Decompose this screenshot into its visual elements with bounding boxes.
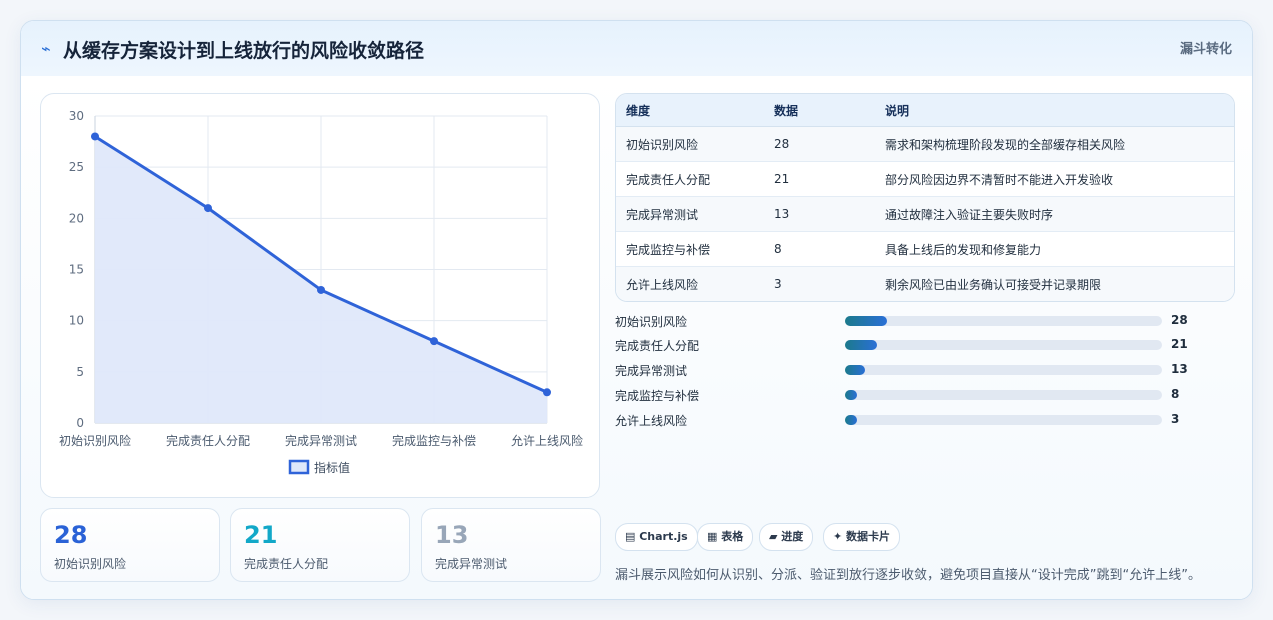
y-tick-label: 10 (69, 314, 84, 328)
table-cell: 3 (764, 266, 875, 301)
progress-row: 完成监控与补偿 8 (615, 385, 1215, 405)
kpi-value: 13 (435, 521, 469, 549)
table-cell: 需求和架构梳理阶段发现的全部缓存相关风险 (875, 126, 1234, 162)
progress-track (845, 365, 1162, 375)
progress-fill (845, 316, 888, 326)
data-point (543, 388, 551, 397)
progress-row: 完成责任人分配 21 (615, 335, 1215, 355)
table-cell: 28 (764, 126, 875, 162)
progress-label: 允许上线风险 (615, 414, 688, 428)
table-cell: 13 (764, 196, 875, 232)
data-point (430, 337, 438, 346)
kpi-value: 28 (54, 521, 88, 549)
progress-track (845, 316, 1162, 326)
table-cell: 部分风险因边界不清暂时不能进入开发验收 (875, 161, 1234, 197)
progress-value: 28 (1171, 313, 1188, 327)
progress-fill (845, 365, 865, 375)
kpi-card-0: 28 初始识别风险 (40, 508, 220, 582)
x-tick-label: 完成监控与补偿 (392, 433, 476, 448)
chip-data-card[interactable]: ✦ 数据卡片 (823, 523, 901, 551)
data-point (91, 132, 99, 141)
data-point (204, 204, 212, 213)
table-row: 完成监控与补偿 8 具备上线后的发现和修复能力 (616, 231, 1234, 267)
table-header-dimension: 维度 (616, 94, 764, 127)
table-cell: 具备上线后的发现和修复能力 (875, 231, 1234, 267)
kpi-card-2: 13 完成异常测试 (421, 508, 601, 582)
y-tick-label: 15 (69, 263, 84, 277)
kpi-value: 21 (244, 521, 278, 549)
lightning-icon: ⌁ (41, 39, 51, 58)
table-cell: 完成异常测试 (616, 196, 764, 232)
line-chart: 0 5 10 15 20 25 30 初始识别风险 完成责任人分配 完成异常测试 完成监控与补偿 允许… (59, 109, 583, 475)
progress-fill (845, 415, 857, 425)
line-chart-panel: 0 5 10 15 20 25 30 初始识别风险 完成责任人分配 完成异常测试 完成监控与补偿 允许… (40, 93, 600, 498)
progress-fill (845, 390, 858, 400)
table-cell: 初始识别风险 (616, 126, 764, 162)
table-cell: 剩余风险已由业务确认可接受并记录期限 (875, 266, 1234, 301)
kpi-label: 初始识别风险 (54, 557, 127, 571)
chip-table[interactable]: ▦ 表格 (697, 523, 754, 551)
table-header-description: 说明 (875, 94, 1234, 127)
card-header: ⌁ 从缓存方案设计到上线放行的风险收敛路径 漏斗转化 (21, 21, 1252, 77)
progress-value: 8 (1171, 387, 1180, 401)
table-cell: 允许上线风险 (616, 266, 764, 301)
kpi-card-1: 21 完成责任人分配 (230, 508, 410, 582)
kpi-label: 完成异常测试 (435, 557, 508, 571)
table-row: 完成责任人分配 21 部分风险因边界不清暂时不能进入开发验收 (616, 161, 1234, 197)
y-tick-label: 30 (69, 109, 84, 123)
progress-track (845, 390, 1162, 400)
table-header-row: 维度 数据 说明 (616, 94, 1234, 127)
progress-track (845, 415, 1162, 425)
table-cell: 8 (764, 231, 875, 267)
legend-swatch (288, 459, 310, 475)
progress-row: 初始识别风险 28 (615, 311, 1215, 331)
y-tick-label: 25 (69, 160, 84, 174)
x-tick-label: 完成异常测试 (285, 433, 357, 448)
table-row: 完成异常测试 13 通过故障注入验证主要失败时序 (616, 196, 1234, 232)
progress-value: 3 (1171, 412, 1180, 426)
x-tick-label: 初始识别风险 (59, 433, 131, 448)
x-tick-label: 完成责任人分配 (166, 433, 250, 448)
dashboard-card: ⌁ 从缓存方案设计到上线放行的风险收敛路径 漏斗转化 0 5 10 15 20 25 30 初… (20, 20, 1253, 600)
chip-chartjs[interactable]: ▤ Chart.js (615, 523, 698, 551)
table-cell: 完成责任人分配 (616, 161, 764, 197)
progress-label: 完成监控与补偿 (615, 389, 700, 403)
progress-label: 初始识别风险 (615, 315, 688, 329)
x-tick-label: 允许上线风险 (511, 433, 583, 448)
header-badge: 漏斗转化 (1179, 42, 1232, 57)
footer-note: 漏斗展示风险如何从识别、分派、验证到放行逐步收敛，避免项目直接从“设计完成”跳到… (615, 568, 1201, 583)
table-header-data: 数据 (764, 94, 875, 127)
y-tick-label: 5 (76, 365, 84, 379)
data-point (317, 285, 325, 294)
legend-label: 指标值 (314, 460, 350, 475)
y-tick-label: 20 (69, 211, 84, 225)
progress-fill (845, 340, 877, 350)
table-cell: 通过故障注入验证主要失败时序 (875, 196, 1234, 232)
table-cell: 完成监控与补偿 (616, 231, 764, 267)
page-title: 从缓存方案设计到上线放行的风险收敛路径 (63, 40, 425, 62)
chip-progress[interactable]: ▰ 进度 (759, 523, 814, 551)
progress-track (845, 340, 1162, 350)
progress-value: 13 (1171, 362, 1188, 376)
table-cell: 21 (764, 161, 875, 197)
kpi-label: 完成责任人分配 (244, 557, 329, 571)
progress-value: 21 (1171, 337, 1188, 351)
progress-label: 完成异常测试 (615, 364, 688, 378)
progress-row: 完成异常测试 13 (615, 360, 1215, 380)
y-tick-label: 0 (76, 416, 84, 430)
progress-label: 完成责任人分配 (615, 339, 700, 353)
table-row: 允许上线风险 3 剩余风险已由业务确认可接受并记录期限 (616, 266, 1234, 301)
data-table: 维度 数据 说明 初始识别风险 28 需求和架构梳理阶段发现的全部缓存相关风险 … (616, 94, 1234, 301)
data-table-panel: 维度 数据 说明 初始识别风险 28 需求和架构梳理阶段发现的全部缓存相关风险 … (615, 93, 1235, 302)
progress-row: 允许上线风险 3 (615, 410, 1215, 430)
table-row: 初始识别风险 28 需求和架构梳理阶段发现的全部缓存相关风险 (616, 126, 1234, 162)
